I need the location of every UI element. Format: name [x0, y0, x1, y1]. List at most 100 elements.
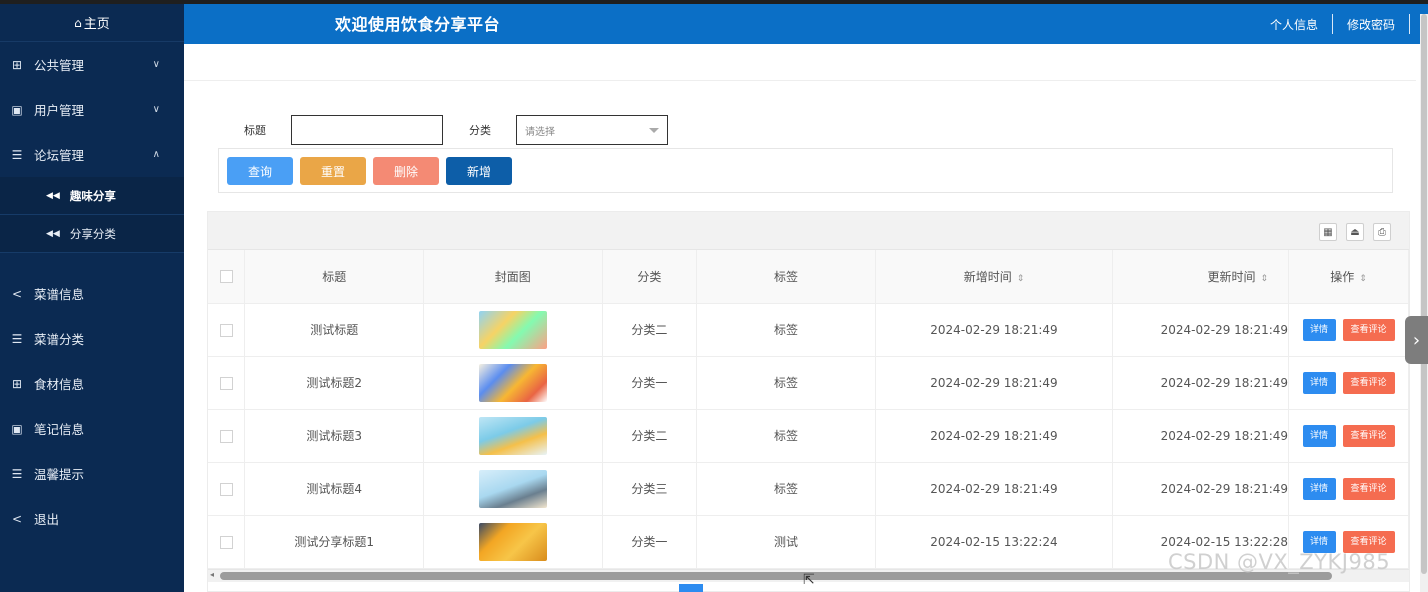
- row-checkbox[interactable]: [219, 376, 233, 390]
- scrollbar-thumb[interactable]: [220, 572, 1332, 580]
- detail-button[interactable]: 详情: [1302, 477, 1336, 500]
- column-header-tag: 标签: [696, 250, 876, 304]
- sidebar: ⌂ 主页 ⊞ 公共管理 ∨ ▣ 用户管理 ∨ ☰ 论坛管理 ∧ ◀◀ 趣味分享 …: [0, 4, 184, 592]
- cell-created: 2024-02-15 13:22:24: [875, 515, 1114, 569]
- sort-icon[interactable]: ⇕: [1359, 274, 1367, 284]
- sidebar-item-recipes[interactable]: < 菜谱信息: [0, 271, 184, 316]
- row-checkbox[interactable]: [219, 482, 233, 496]
- cell-updated: 2024-02-29 18:21:49: [1112, 462, 1290, 516]
- select-all-cell: [208, 250, 246, 304]
- double-left-icon: ◀◀: [46, 190, 60, 201]
- sidebar-item-logout[interactable]: < 退出: [0, 496, 184, 541]
- view-comments-button[interactable]: 查看评论: [1342, 371, 1395, 394]
- cover-image[interactable]: [478, 522, 547, 561]
- cell-cover: [423, 462, 603, 516]
- row-select-cell: [208, 515, 246, 569]
- scrollbar-thumb[interactable]: [1421, 14, 1427, 574]
- cell-category: 分类二: [602, 303, 698, 357]
- row-select-cell: [208, 462, 246, 516]
- detail-button[interactable]: 详情: [1302, 318, 1336, 341]
- current-page[interactable]: [679, 584, 703, 592]
- chevron-down-icon: ∨: [152, 59, 160, 70]
- view-comments-button[interactable]: 查看评论: [1342, 424, 1395, 447]
- scroll-left-icon[interactable]: ◂: [210, 570, 214, 579]
- row-checkbox[interactable]: [219, 429, 233, 443]
- sidebar-item-forum[interactable]: ☰ 论坛管理 ∧: [0, 132, 184, 177]
- main-content: 标题 分类 请选择 查询 重置 删除 新增 ▦ ⏏ ⎙ 标题 封面图 分类 标签…: [184, 44, 1428, 592]
- category-select-placeholder: 请选择: [525, 126, 555, 138]
- add-button[interactable]: 新增: [446, 157, 512, 185]
- cell-actions: 详情 查看评论: [1288, 462, 1409, 516]
- print-icon[interactable]: ⎙: [1373, 223, 1391, 241]
- chevron-down-icon: ∨: [152, 104, 160, 115]
- change-password-link[interactable]: 修改密码: [1347, 16, 1395, 33]
- cell-category: 分类二: [602, 409, 698, 463]
- sidebar-subitem-share-category[interactable]: ◀◀ 分享分类: [0, 215, 184, 253]
- sidebar-subitem-fun-share[interactable]: ◀◀ 趣味分享: [0, 177, 184, 215]
- cell-tag: 标签: [696, 409, 876, 463]
- cover-image[interactable]: [478, 363, 547, 402]
- title-search-input[interactable]: [291, 115, 443, 145]
- column-header-updated[interactable]: 更新时间 ⇕: [1112, 250, 1290, 304]
- sidebar-item-label: 食材信息: [34, 377, 85, 392]
- column-header-updated-label: 更新时间: [1207, 269, 1256, 284]
- forum-submenu: ◀◀ 趣味分享 ◀◀ 分享分类: [0, 177, 184, 253]
- columns-icon[interactable]: ▦: [1319, 223, 1337, 241]
- query-button[interactable]: 查询: [227, 157, 293, 185]
- sidebar-item-tips[interactable]: ☰ 温馨提示: [0, 451, 184, 496]
- column-header-action[interactable]: 操作 ⇕: [1288, 250, 1409, 304]
- category-select[interactable]: 请选择: [516, 115, 668, 145]
- sidebar-item-recipe-category[interactable]: ☰ 菜谱分类: [0, 316, 184, 361]
- data-table: 标题 封面图 分类 标签 新增时间 ⇕ 更新时间 ⇕ 操作 ⇕ 测试标题 分类二 标签 20…: [208, 250, 1409, 569]
- vertical-scrollbar[interactable]: [1420, 14, 1428, 592]
- sidebar-item-notes[interactable]: ▣ 笔记信息: [0, 406, 184, 451]
- reset-button[interactable]: 重置: [300, 157, 366, 185]
- sidebar-subitem-label: 分享分类: [69, 226, 116, 241]
- cell-category: 分类一: [602, 515, 698, 569]
- list-icon: ☰: [11, 331, 23, 346]
- profile-link[interactable]: 个人信息: [1270, 16, 1318, 33]
- delete-button[interactable]: 删除: [373, 157, 439, 185]
- cell-created: 2024-02-29 18:21:49: [875, 356, 1114, 410]
- sort-icon[interactable]: ⇕: [1261, 274, 1269, 284]
- sidebar-item-public[interactable]: ⊞ 公共管理 ∨: [0, 42, 184, 87]
- table-toolbar: ▦ ⏏ ⎙: [208, 212, 1409, 250]
- cell-category: 分类三: [602, 462, 698, 516]
- row-select-cell: [208, 303, 246, 357]
- detail-button[interactable]: 详情: [1302, 424, 1336, 447]
- top-header: 欢迎使用饮食分享平台 个人信息 修改密码: [184, 4, 1428, 44]
- view-comments-button[interactable]: 查看评论: [1342, 318, 1395, 341]
- sidebar-item-label: 菜谱信息: [34, 287, 85, 302]
- column-header-cover: 封面图: [423, 250, 603, 304]
- cell-actions: 详情 查看评论: [1288, 303, 1409, 357]
- cover-image[interactable]: [478, 416, 547, 455]
- category-filter-label: 分类: [469, 124, 491, 137]
- cover-image[interactable]: [478, 469, 547, 508]
- view-comments-button[interactable]: 查看评论: [1342, 477, 1395, 500]
- sidebar-item-label: 论坛管理: [34, 148, 85, 163]
- cell-title: 测试标题3: [244, 409, 424, 463]
- cell-created: 2024-02-29 18:21:49: [875, 303, 1114, 357]
- column-header-title: 标题: [244, 250, 424, 304]
- cell-cover: [423, 356, 603, 410]
- pagination: [679, 584, 703, 592]
- select-all-checkbox[interactable]: [219, 270, 233, 284]
- cell-category: 分类一: [602, 356, 698, 410]
- chevron-up-icon: ∧: [152, 149, 160, 160]
- cover-image[interactable]: [478, 310, 547, 349]
- list-icon: ☰: [11, 466, 23, 481]
- divider: [1409, 14, 1410, 34]
- detail-button[interactable]: 详情: [1302, 371, 1336, 394]
- sidebar-item-users[interactable]: ▣ 用户管理 ∨: [0, 87, 184, 132]
- sort-icon[interactable]: ⇕: [1017, 274, 1025, 284]
- sidebar-item-label: 温馨提示: [34, 467, 85, 482]
- row-checkbox[interactable]: [219, 535, 233, 549]
- export-icon[interactable]: ⏏: [1346, 223, 1364, 241]
- column-header-created[interactable]: 新增时间 ⇕: [875, 250, 1114, 304]
- sidebar-item-ingredients[interactable]: ⊞ 食材信息: [0, 361, 184, 406]
- table-row: 测试标题3 分类二 标签 2024-02-29 18:21:49 2024-02-29 …: [208, 409, 1409, 463]
- expand-right-icon[interactable]: ›: [1405, 316, 1428, 364]
- sidebar-home[interactable]: ⌂ 主页: [0, 4, 184, 42]
- row-checkbox[interactable]: [219, 323, 233, 337]
- table-row: 测试标题4 分类三 标签 2024-02-29 18:21:49 2024-02-29 …: [208, 462, 1409, 516]
